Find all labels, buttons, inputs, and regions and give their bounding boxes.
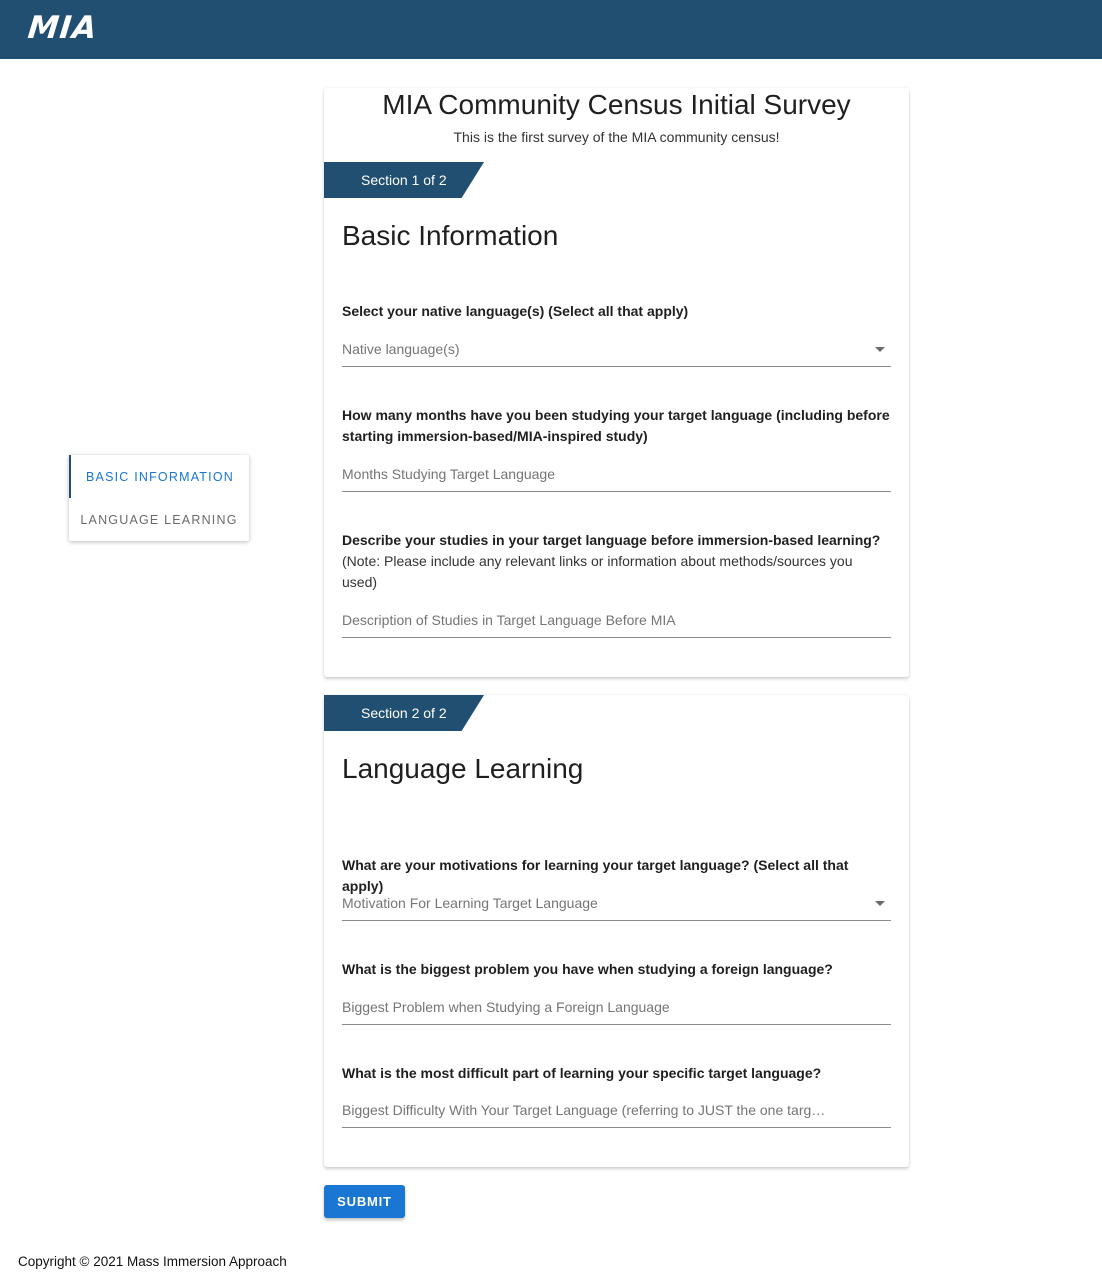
section-card-language-learning: Section 2 of 2 Language Learning What ar… — [324, 695, 909, 1167]
section-tab-label: Section 1 of 2 — [361, 172, 447, 188]
section-card-basic-information: MIA Community Census Initial Survey This… — [324, 88, 909, 677]
survey-description: This is the first survey of the MIA comm… — [453, 129, 780, 145]
field-placeholder: Motivation For Learning Target Language — [342, 895, 598, 911]
submit-button[interactable]: SUBMIT — [324, 1185, 405, 1218]
chevron-down-icon — [875, 347, 885, 352]
biggest-problem-input[interactable]: Biggest Problem when Studying a Foreign … — [342, 999, 891, 1025]
question-label: What are your motivations for learning y… — [342, 857, 849, 894]
mia-logo[interactable]: MIA — [26, 10, 99, 46]
native-language-select[interactable]: Native language(s) — [342, 341, 891, 367]
question-label: Select your native language(s) (Select a… — [342, 303, 689, 319]
nav-item-language-learning[interactable]: LANGUAGE LEARNING — [69, 498, 249, 541]
field-placeholder: Biggest Difficulty With Your Target Lang… — [342, 1102, 826, 1118]
field-placeholder: Description of Studies in Target Languag… — [342, 612, 676, 628]
section-navigation: BASIC INFORMATION LANGUAGE LEARNING — [69, 455, 249, 541]
prior-studies-input[interactable]: Description of Studies in Target Languag… — [342, 612, 891, 638]
field-placeholder: Biggest Problem when Studying a Foreign … — [342, 999, 670, 1015]
question-note: (Note: Please include any relevant links… — [342, 553, 853, 590]
section-tab: Section 2 of 2 — [324, 695, 484, 731]
section-tab: Section 1 of 2 — [324, 162, 484, 198]
question-label: What is the most difficult part of learn… — [342, 1065, 822, 1081]
copyright-text: Copyright © 2021 Mass Immersion Approach — [18, 1254, 287, 1269]
section-heading: Basic Information — [342, 220, 559, 251]
question-label: What is the biggest problem you have whe… — [342, 961, 833, 977]
section-tab-label: Section 2 of 2 — [361, 705, 447, 721]
months-studying-input[interactable]: Months Studying Target Language — [342, 466, 891, 492]
nav-item-basic-information[interactable]: BASIC INFORMATION — [69, 455, 249, 498]
section-heading: Language Learning — [342, 753, 584, 784]
field-placeholder: Native language(s) — [342, 341, 460, 357]
chevron-down-icon — [875, 901, 885, 906]
question-label: Describe your studies in your target lan… — [342, 532, 881, 548]
motivation-select[interactable]: Motivation For Learning Target Language — [342, 895, 891, 921]
question-block: Describe your studies in your target lan… — [342, 530, 891, 593]
biggest-difficulty-input[interactable]: Biggest Difficulty With Your Target Lang… — [342, 1102, 891, 1128]
survey-title: MIA Community Census Initial Survey — [382, 89, 851, 120]
question-label: How many months have you been studying y… — [342, 407, 890, 444]
top-app-bar: MIA — [0, 0, 1102, 59]
field-placeholder: Months Studying Target Language — [342, 466, 556, 482]
